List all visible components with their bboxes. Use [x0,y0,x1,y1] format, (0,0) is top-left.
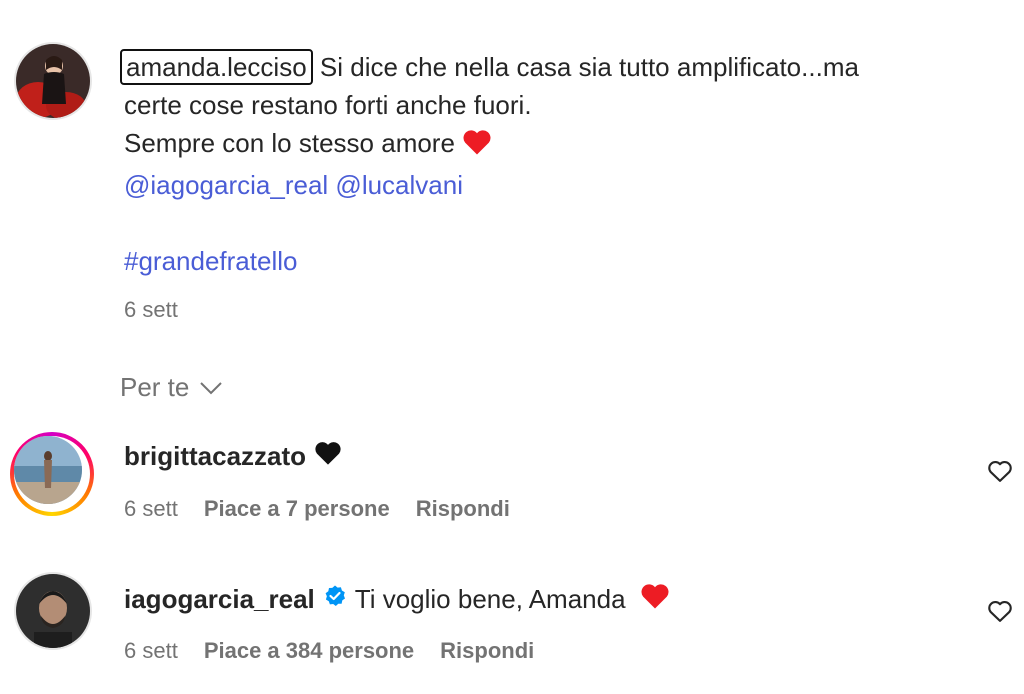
like-heart-icon[interactable] [986,457,1014,485]
caption-timestamp[interactable]: 6 sett [124,297,178,323]
likes-count[interactable]: Piace a 384 persone [204,638,414,664]
comment-iagogarcia: iagogarcia_real Ti voglio bene, Amanda [124,582,670,617]
avatar-brigitta [14,436,82,504]
post-caption: amanda.lecciso Si dice che nella casa si… [120,48,984,280]
reply-button[interactable]: Rispondi [440,638,534,664]
chevron-down-icon [199,372,223,403]
comment-meta: 6 sett Piace a 384 persone Rispondi [124,638,534,664]
black-heart-icon [314,440,342,473]
caption-username[interactable]: amanda.lecciso [120,49,313,85]
red-heart-icon [640,582,670,617]
caption-text-line1: Si dice che nella casa sia tutto amplifi… [319,52,859,82]
comment-username[interactable]: iagogarcia_real [124,584,315,615]
like-heart-icon[interactable] [986,597,1014,625]
story-ring[interactable] [10,432,94,516]
avatar-iagogarcia[interactable] [14,572,92,650]
caption-text-line2: certe cose restano forti anche fuori. [124,90,532,120]
comment-timestamp[interactable]: 6 sett [124,496,178,522]
sort-label: Per te [120,372,190,402]
comment-brigitta: brigittacazzato [124,440,342,473]
caption-text-line3: Sempre con lo stesso amore [124,128,455,158]
avatar-amanda[interactable] [14,42,92,120]
mention-iagogarcia[interactable]: @iagogarcia_real [124,170,328,200]
red-heart-icon [462,128,492,166]
comment-text: Ti voglio bene, Amanda [354,584,626,614]
likes-count[interactable]: Piace a 7 persone [204,496,390,522]
verified-badge-icon [323,584,347,615]
mention-lucalvani[interactable]: @lucalvani [335,170,463,200]
sort-selector[interactable]: Per te [120,372,223,403]
comment-timestamp[interactable]: 6 sett [124,638,178,664]
hashtag-grandefratello[interactable]: #grandefratello [124,246,297,276]
reply-button[interactable]: Rispondi [416,496,510,522]
comment-username[interactable]: brigittacazzato [124,441,306,472]
comment-meta: 6 sett Piace a 7 persone Rispondi [124,496,510,522]
